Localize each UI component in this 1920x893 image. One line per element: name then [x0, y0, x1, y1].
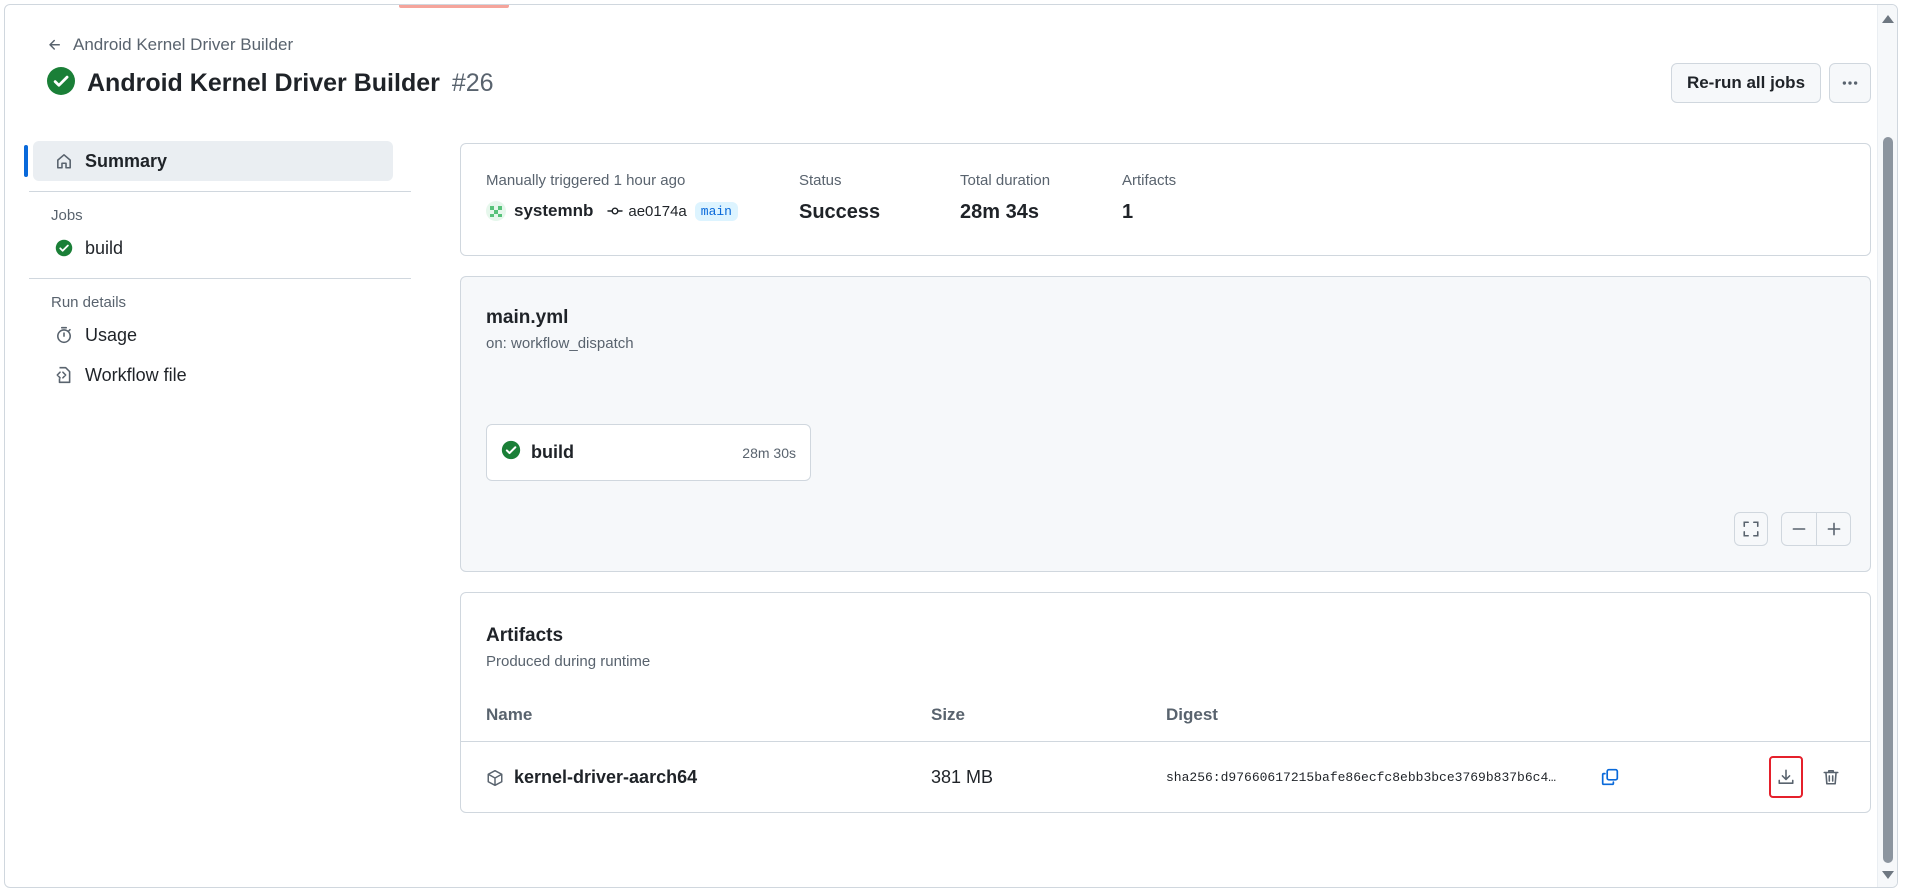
artifact-name-link[interactable]: kernel-driver-aarch64: [486, 742, 697, 813]
delete-artifact-button[interactable]: [1814, 756, 1848, 798]
success-check-icon: [47, 67, 75, 100]
sidebar-item-build[interactable]: build: [33, 228, 393, 268]
trash-icon: [1823, 770, 1839, 785]
back-link[interactable]: Android Kernel Driver Builder: [47, 35, 293, 55]
sidebar-item-label: build: [85, 237, 124, 258]
copy-digest-button[interactable]: [1593, 756, 1627, 798]
sidebar-item-label: Summary: [85, 150, 168, 171]
artifact-digest: sha256:d97660617215bafe86ecfc8ebb3bce376…: [1166, 770, 1557, 785]
screen-full-icon: [1743, 521, 1759, 537]
scroll-down-arrow-icon[interactable]: [1882, 871, 1894, 879]
jobs-heading: Jobs: [51, 206, 83, 224]
loading-progress-bar: [399, 5, 509, 8]
avatar[interactable]: [486, 201, 506, 221]
artifacts-title: Artifacts: [486, 625, 564, 646]
arrow-left-icon: [49, 39, 60, 50]
trigger-info: Manually triggered 1 hour ago systemnb a…: [486, 172, 738, 221]
sidebar-item-label: Workflow file: [85, 364, 187, 385]
actor-link[interactable]: systemnb: [514, 201, 593, 221]
sidebar-item-summary[interactable]: Summary: [24, 141, 393, 181]
artifact-size: 381 MB: [931, 767, 994, 787]
page-scrollbar[interactable]: [1877, 5, 1897, 887]
plus-icon: [1827, 522, 1840, 536]
home-icon: [57, 154, 71, 169]
dash-icon: [1792, 528, 1806, 530]
workflow-file-name[interactable]: main.yml: [486, 307, 568, 329]
fullscreen-button[interactable]: [1734, 512, 1768, 546]
copy-icon: [1601, 768, 1619, 786]
file-code-icon: [56, 366, 71, 384]
job-name: build: [531, 442, 574, 462]
run-summary-card: Manually triggered 1 hour ago systemnb a…: [460, 143, 1871, 256]
artifacts-subtitle: Produced during runtime: [486, 653, 651, 670]
table-row: kernel-driver-aarch64 381 MB sha256:d976…: [461, 742, 1870, 813]
run-details-heading: Run details: [51, 293, 127, 311]
duration-info: Total duration 28m 34s: [960, 172, 1050, 224]
commit-link[interactable]: ae0174a: [607, 202, 687, 220]
back-link-label: Android Kernel Driver Builder: [73, 35, 294, 54]
commit-sha: ae0174a: [628, 202, 687, 220]
success-check-icon: [501, 440, 521, 465]
job-duration: 28m 30s: [742, 444, 796, 461]
package-icon: [487, 769, 503, 786]
scrollbar-thumb[interactable]: [1883, 137, 1893, 863]
job-node-build[interactable]: build 28m 30s: [486, 424, 811, 481]
download-artifact-button[interactable]: [1769, 756, 1803, 798]
artifacts-count-value[interactable]: 1: [1122, 201, 1176, 224]
sidebar-divider: [29, 278, 411, 279]
status-info: Status Success: [799, 172, 880, 224]
sidebar-item-workflow-file[interactable]: Workflow file: [33, 355, 393, 395]
zoom-in-button[interactable]: [1816, 513, 1850, 545]
page-frame: Android Kernel Driver Builder Android Ke…: [4, 4, 1898, 888]
sidebar-divider: [29, 191, 411, 192]
more-options-button[interactable]: [1829, 63, 1871, 103]
run-number: #26: [451, 69, 494, 97]
success-check-icon: [55, 239, 73, 257]
artifacts-card: Artifacts Produced during runtime Name S…: [460, 592, 1871, 813]
branch-label[interactable]: main: [694, 201, 738, 221]
status-label: Status: [799, 172, 842, 189]
artifacts-info: Artifacts 1: [1122, 172, 1176, 224]
artifacts-count-label: Artifacts: [1122, 172, 1177, 189]
workflow-graph-card: main.yml on: workflow_dispatch build 28m…: [460, 276, 1871, 572]
sidebar-item-usage[interactable]: Usage: [33, 315, 393, 355]
duration-label: Total duration: [960, 172, 1051, 189]
zoom-controls: [1781, 512, 1851, 546]
download-icon: [1778, 769, 1794, 784]
scroll-up-arrow-icon[interactable]: [1882, 15, 1894, 23]
column-header-digest: Digest: [1166, 705, 1218, 724]
column-header-size: Size: [931, 705, 966, 724]
git-commit-icon: [607, 207, 624, 215]
zoom-out-button[interactable]: [1782, 513, 1816, 545]
column-header-name: Name: [486, 705, 533, 724]
identicon-icon: [490, 206, 502, 217]
sidebar-item-label: Usage: [85, 324, 138, 345]
kebab-horizontal-icon: [1842, 81, 1858, 85]
workflow-name: Android Kernel Driver Builder: [87, 69, 440, 97]
trigger-label: Manually triggered 1 hour ago: [486, 172, 686, 189]
duration-value: 28m 34s: [960, 201, 1039, 223]
page-title: Android Kernel Driver Builder #26: [47, 67, 494, 100]
status-value: Success: [799, 201, 881, 223]
workflow-trigger: on: workflow_dispatch: [486, 335, 634, 352]
rerun-all-jobs-button[interactable]: Re-run all jobs: [1671, 63, 1821, 103]
artifact-name: kernel-driver-aarch64: [514, 767, 698, 787]
stopwatch-icon: [57, 326, 71, 344]
sidebar: Summary Jobs build Run details Usage Wor…: [24, 141, 411, 395]
